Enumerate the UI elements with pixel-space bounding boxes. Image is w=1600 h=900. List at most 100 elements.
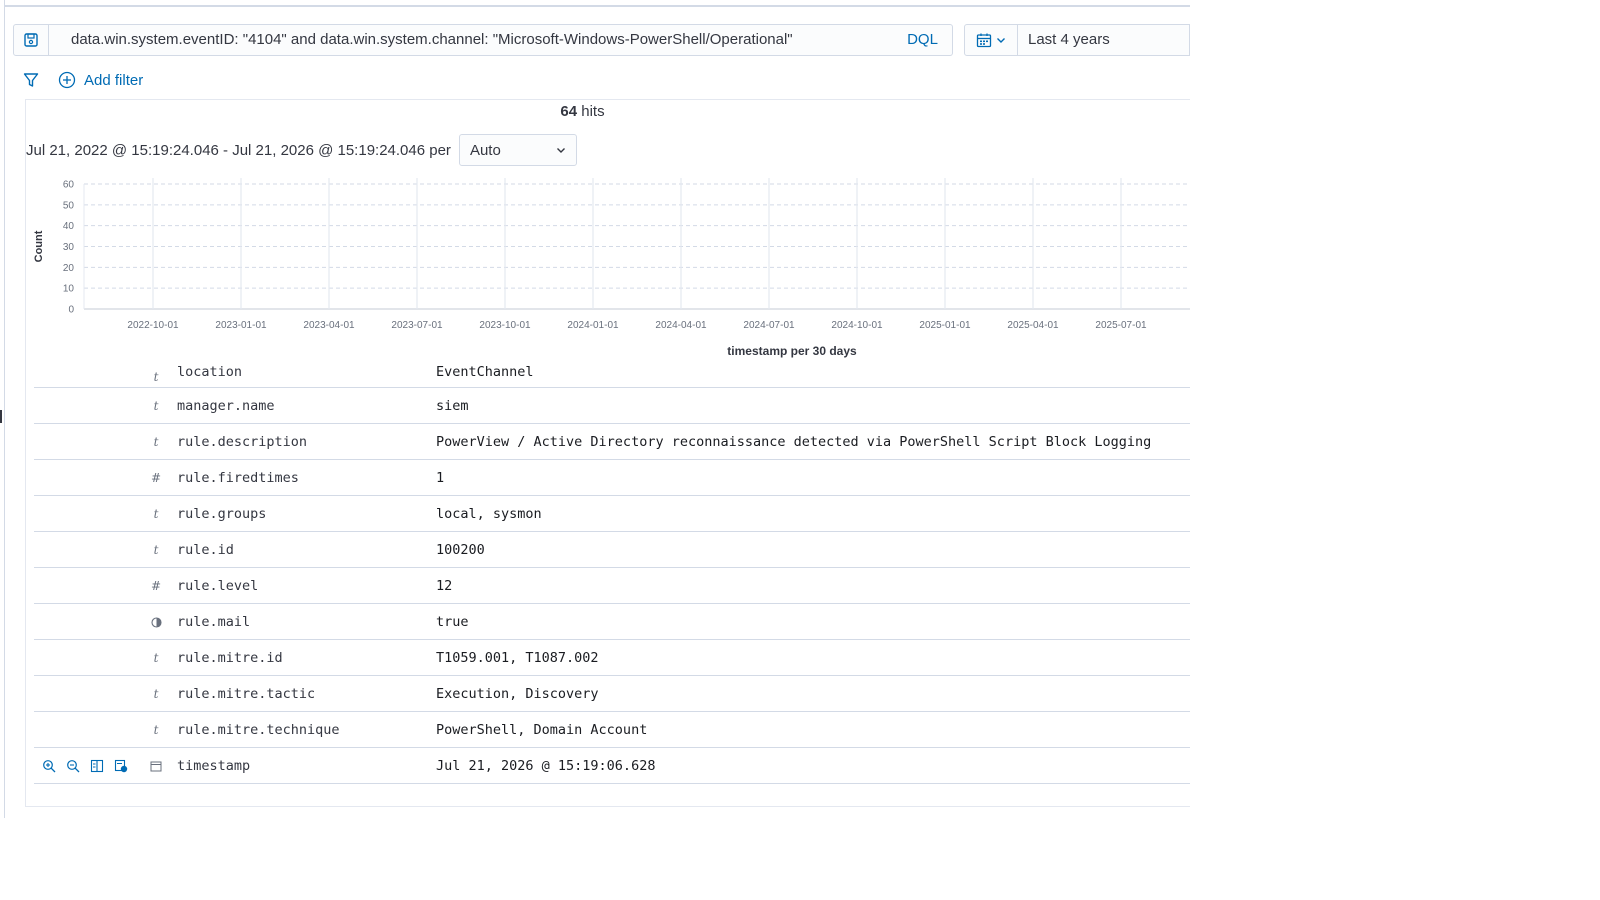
interval-row: Jul 21, 2022 @ 15:19:24.046 - Jul 21, 20…: [26, 134, 577, 166]
field-name: rule.mitre.id: [177, 650, 283, 666]
text-cursor: [0, 410, 2, 423]
query-input[interactable]: data.win.system.eventID: "4104" and data…: [49, 24, 907, 56]
y-tick-label: 0: [68, 305, 74, 316]
field-name: rule.groups: [177, 506, 267, 522]
field-value: Jul 21, 2026 @ 15:19:06.628: [436, 758, 656, 774]
x-axis-title: timestamp per 30 days: [727, 344, 857, 358]
field-name: rule.mitre.tactic: [177, 686, 316, 702]
chevron-down-icon: [997, 38, 1005, 43]
date-range-display[interactable]: Last 4 years: [1018, 24, 1190, 56]
x-tick-label: 2024-10-01: [831, 320, 883, 331]
field-value: true: [436, 614, 469, 630]
x-tick-label: 2024-04-01: [655, 320, 707, 331]
x-tick-label: 2024-01-01: [567, 320, 619, 331]
field-value: 12: [436, 578, 453, 594]
document-fields-table: t location EventChannel t manager.name siem t r…: [34, 366, 1190, 784]
y-tick-label: 10: [63, 284, 75, 295]
string-type-icon: t: [153, 543, 159, 557]
x-tick-label: 2025-07-01: [1095, 320, 1147, 331]
x-tick-label: 2024-07-01: [743, 320, 795, 331]
add-filter-button[interactable]: Add filter: [58, 71, 143, 89]
doc-field-row: t rule.id 100200: [34, 532, 1190, 568]
number-type-icon: #: [150, 579, 162, 593]
field-value: 1: [436, 470, 445, 486]
doc-field-row: timestamp Jul 21, 2026 @ 15:19:06.628: [34, 748, 1190, 784]
date-type-icon: [148, 748, 164, 784]
left-border: [4, 0, 5, 818]
string-type-icon: t: [153, 687, 159, 701]
query-language-button[interactable]: DQL: [893, 24, 953, 56]
filter-icon[interactable]: [22, 71, 40, 89]
save-icon: [24, 33, 38, 47]
boolean-type-icon: [148, 604, 164, 640]
hits-count: 64 hits: [0, 103, 1165, 120]
field-value: PowerShell, Domain Account: [436, 722, 648, 738]
field-value: T1059.001, T1087.002: [436, 650, 599, 666]
doc-field-row: t location EventChannel: [34, 366, 1190, 388]
query-bar: data.win.system.eventID: "4104" and data…: [13, 24, 1190, 56]
filter-bar: Add filter: [22, 68, 143, 92]
doc-field-row: # rule.level 12: [34, 568, 1190, 604]
add-filter-label: Add filter: [84, 71, 144, 89]
doc-field-row: t rule.mitre.technique PowerShell, Domain …: [34, 712, 1190, 748]
row-actions: [42, 748, 128, 784]
chevron-down-icon: [556, 148, 565, 153]
filter-exists-icon[interactable]: [114, 759, 128, 773]
field-value: Execution, Discovery: [436, 686, 599, 702]
field-name: rule.mail: [177, 614, 251, 630]
y-tick-label: 40: [63, 221, 75, 232]
time-range-text: Jul 21, 2022 @ 15:19:24.046 - Jul 21, 20…: [26, 141, 451, 159]
y-tick-label: 60: [63, 180, 75, 191]
field-name: rule.firedtimes: [177, 470, 299, 486]
field-value: EventChannel: [436, 366, 534, 380]
interval-select[interactable]: Auto: [458, 134, 577, 166]
field-value: PowerView / Active Directory reconnaissa…: [436, 434, 1152, 450]
histogram-chart: 0 10 20 30 40 50 60 2022-10-01 2023-01-01 2023-04…: [33, 178, 1190, 358]
hits-label: hits: [581, 103, 605, 120]
doc-field-row: t rule.description PowerView / Active Dire…: [34, 424, 1190, 460]
doc-field-row: rule.mail true: [34, 604, 1190, 640]
string-type-icon: t: [153, 723, 159, 737]
zoom-out-icon[interactable]: [66, 759, 80, 773]
x-tick-label: 2023-04-01: [303, 320, 355, 331]
top-divider: [5, 5, 1190, 7]
y-tick-label: 30: [63, 242, 75, 253]
x-tick-label: 2023-01-01: [215, 320, 267, 331]
field-name: rule.description: [177, 434, 308, 450]
y-tick-label: 50: [63, 200, 75, 211]
field-name: manager.name: [177, 398, 275, 414]
string-type-icon: t: [153, 370, 159, 384]
toggle-column-icon[interactable]: [90, 759, 104, 773]
zoom-in-icon[interactable]: [42, 759, 56, 773]
field-value: 100200: [436, 542, 485, 558]
x-tick-label: 2025-01-01: [919, 320, 971, 331]
doc-field-row: t rule.groups local, sysmon: [34, 496, 1190, 532]
date-picker-quick-menu-button[interactable]: [964, 24, 1018, 56]
field-name: rule.level: [177, 578, 259, 594]
interval-selected-value: Auto: [469, 141, 501, 159]
x-tick-label: 2022-10-01: [127, 320, 179, 331]
string-type-icon: t: [153, 507, 159, 521]
doc-field-row: t manager.name siem: [34, 388, 1190, 424]
saved-query-button[interactable]: [13, 24, 49, 56]
doc-field-row: t rule.mitre.tactic Execution, Discovery: [34, 676, 1190, 712]
number-type-icon: #: [150, 471, 162, 485]
doc-field-row: t rule.mitre.id T1059.001, T1087.002: [34, 640, 1190, 676]
hits-number: 64: [560, 103, 578, 120]
x-tick-label: 2023-07-01: [391, 320, 443, 331]
y-tick-label: 20: [63, 263, 75, 274]
string-type-icon: t: [153, 435, 159, 449]
x-tick-label: 2023-10-01: [479, 320, 531, 331]
calendar-icon: [976, 33, 992, 48]
field-value: siem: [436, 398, 469, 414]
field-name: rule.id: [177, 542, 234, 558]
x-tick-label: 2025-04-01: [1007, 320, 1059, 331]
field-name: rule.mitre.technique: [177, 722, 340, 738]
string-type-icon: t: [153, 651, 159, 665]
string-type-icon: t: [153, 399, 159, 413]
y-axis-title: Count: [33, 230, 45, 262]
field-name: location: [177, 366, 243, 380]
doc-field-row: # rule.firedtimes 1: [34, 460, 1190, 496]
plus-in-circle-icon: [58, 71, 76, 89]
discover-app: data.win.system.eventID: "4104" and data…: [0, 0, 1190, 818]
